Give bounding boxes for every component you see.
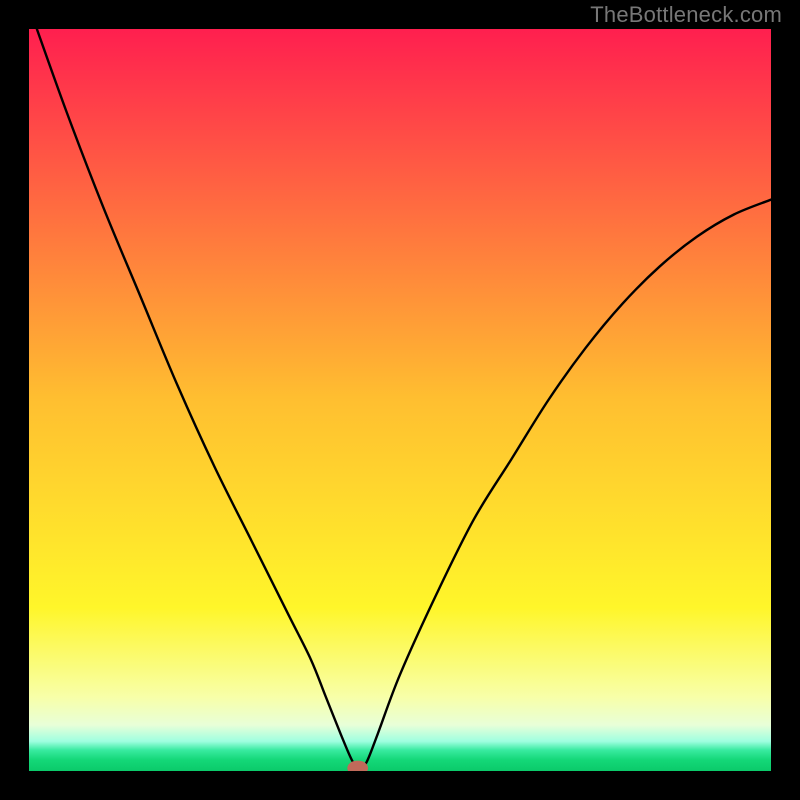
chart-frame: TheBottleneck.com (0, 0, 800, 800)
gradient-background (29, 29, 771, 771)
watermark-text: TheBottleneck.com (590, 2, 782, 28)
plot-area (29, 29, 771, 771)
chart-svg (29, 29, 771, 771)
